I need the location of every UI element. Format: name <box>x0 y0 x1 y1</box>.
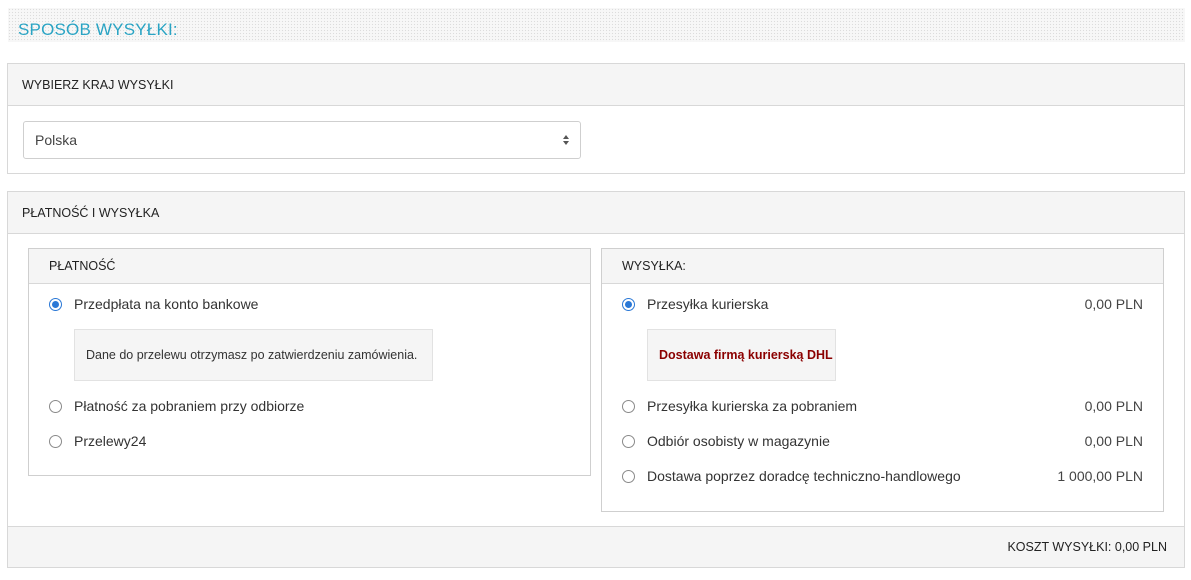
radio-button[interactable] <box>49 297 62 311</box>
payment-shipping-panel: PŁATNOŚĆ I WYSYŁKA PŁATNOŚĆ Przedpłata n… <box>7 191 1185 568</box>
shipping-option-pickup[interactable]: Odbiór osobisty w magazynie 0,00 PLN <box>622 431 1143 451</box>
payment-option-label: Przedpłata na konto bankowe <box>74 296 259 312</box>
radio-button[interactable] <box>49 434 62 448</box>
shipping-option-label: Dostawa poprzez doradcę techniczno-handl… <box>647 468 961 484</box>
radio-button[interactable] <box>622 469 635 483</box>
shipping-cost-total: KOSZT WYSYŁKI: 0,00 PLN <box>1007 540 1167 554</box>
payment-panel-heading: PŁATNOŚĆ <box>29 249 590 284</box>
shipping-option-price: 0,00 PLN <box>1084 398 1143 414</box>
shipping-option-label: Przesyłka kurierska za pobraniem <box>647 398 858 414</box>
payment-option-label: Płatność za pobraniem przy odbiorze <box>74 398 305 414</box>
payment-info-box: Dane do przelewu otrzymasz po zatwierdze… <box>74 329 433 381</box>
payment-shipping-heading: PŁATNOŚĆ I WYSYŁKA <box>8 192 1184 234</box>
payment-option-prepayment[interactable]: Przedpłata na konto bankowe <box>49 294 570 314</box>
country-select-value: Polska <box>35 132 78 148</box>
shipping-option-courier-cod[interactable]: Przesyłka kurierska za pobraniem 0,00 PL… <box>622 396 1143 416</box>
payment-panel: PŁATNOŚĆ Przedpłata na konto bankowe Dan… <box>28 248 591 476</box>
page-header: SPOSÓB WYSYŁKI: <box>8 8 1185 42</box>
country-panel: WYBIERZ KRAJ WYSYŁKI Polska <box>7 63 1185 174</box>
shipping-panel: WYSYŁKA: Przesyłka kurierska 0,00 PLN Do… <box>601 248 1164 512</box>
country-select[interactable]: Polska <box>23 121 581 159</box>
shipping-option-price: 1 000,00 PLN <box>1057 468 1143 484</box>
shipping-cost-footer: KOSZT WYSYŁKI: 0,00 PLN <box>8 526 1184 567</box>
radio-button[interactable] <box>622 297 635 311</box>
shipping-option-label: Przesyłka kurierska <box>647 296 769 312</box>
shipping-option-price: 0,00 PLN <box>1084 433 1143 449</box>
payment-option-label: Przelewy24 <box>74 433 147 449</box>
payment-option-cod[interactable]: Płatność za pobraniem przy odbiorze <box>49 396 570 416</box>
shipping-option-advisor[interactable]: Dostawa poprzez doradcę techniczno-handl… <box>622 466 1143 486</box>
shipping-option-label: Odbiór osobisty w magazynie <box>647 433 830 449</box>
shipping-panel-heading: WYSYŁKA: <box>602 249 1163 284</box>
select-arrows-icon <box>563 135 569 145</box>
radio-button[interactable] <box>49 399 62 413</box>
shipping-option-courier[interactable]: Przesyłka kurierska 0,00 PLN <box>622 294 1143 314</box>
radio-button[interactable] <box>622 399 635 413</box>
country-panel-heading: WYBIERZ KRAJ WYSYŁKI <box>8 64 1184 106</box>
shipping-option-price: 0,00 PLN <box>1084 296 1143 312</box>
payment-option-przelewy24[interactable]: Przelewy24 <box>49 431 570 451</box>
page-title: SPOSÓB WYSYŁKI: <box>18 20 178 39</box>
shipping-info-box: Dostawa firmą kurierską DHL <box>647 329 836 381</box>
radio-button[interactable] <box>622 434 635 448</box>
